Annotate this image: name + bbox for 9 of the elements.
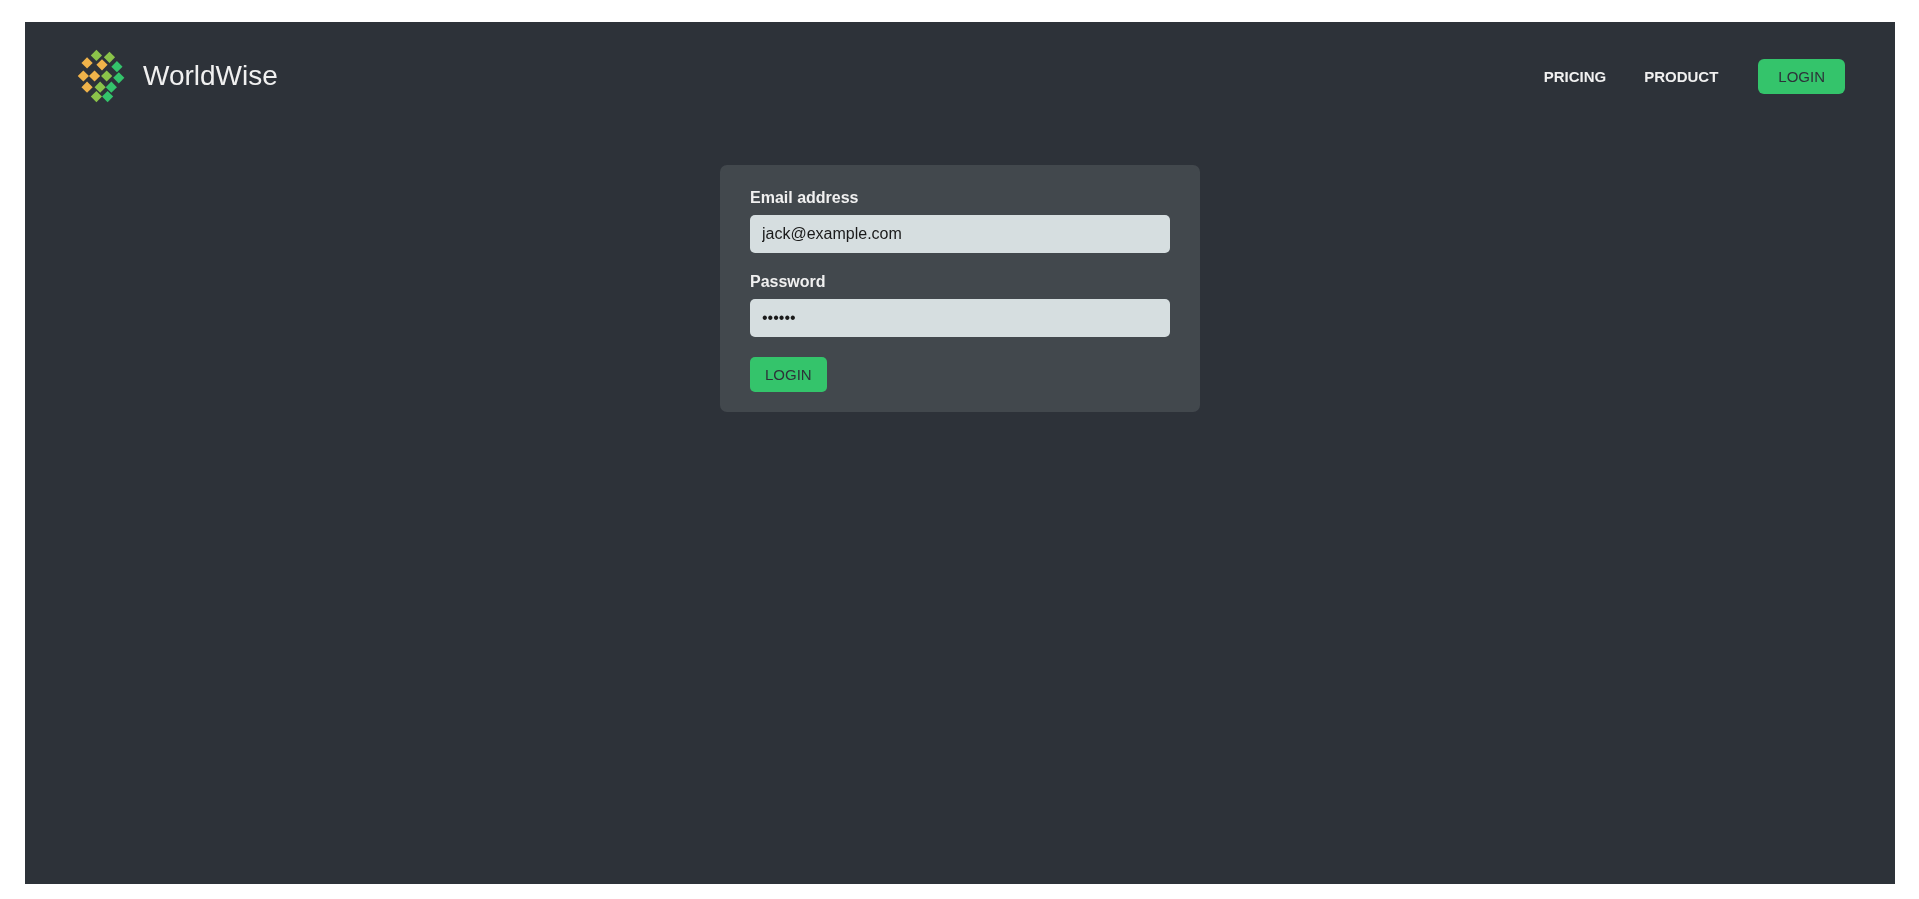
nav-link[interactable]: PRODUCT	[1644, 67, 1719, 85]
field-label: Email address	[750, 189, 860, 207]
input-field[interactable]: ••••••	[750, 299, 1170, 337]
input-field[interactable]: jack@example.com	[750, 215, 1170, 253]
field-label: Password	[750, 273, 827, 291]
login-button[interactable]: LOGIN	[1758, 58, 1845, 94]
submit-button[interactable]: LOGIN	[750, 357, 827, 392]
brand-name: WorldWise	[143, 60, 278, 92]
nav-link[interactable]: PRICING	[1543, 67, 1607, 85]
